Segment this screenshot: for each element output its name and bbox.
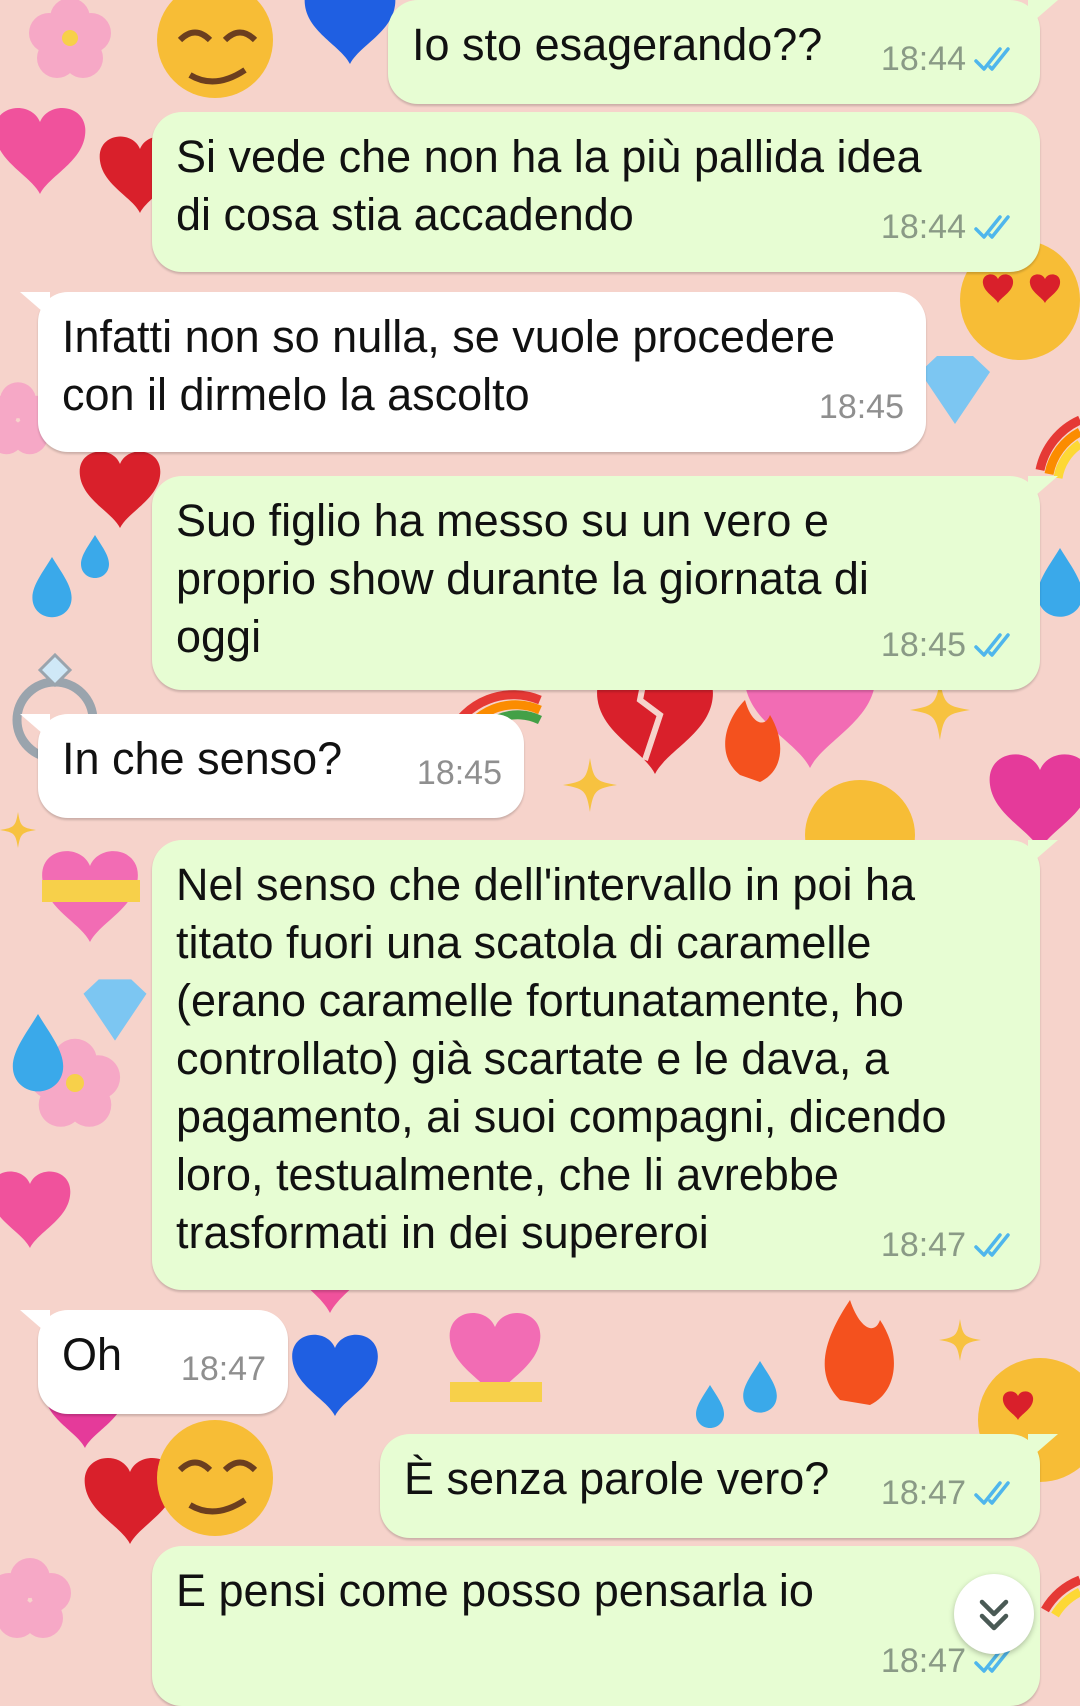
message-timestamp: 18:44 bbox=[880, 40, 966, 78]
double-check-icon bbox=[974, 215, 1010, 239]
bubble-tail bbox=[1028, 0, 1058, 26]
message-text: E pensi come posso pensarla io bbox=[176, 1565, 814, 1616]
message-meta: 18:45 bbox=[819, 378, 904, 436]
message-text: Infatti non so nulla, se vuole procedere… bbox=[62, 311, 835, 420]
double-check-icon bbox=[974, 633, 1010, 657]
message-list[interactable]: Io sto esagerando?? 18:44 Si vede che non … bbox=[0, 0, 1080, 1706]
outgoing-message-bubble[interactable]: È senza parole vero? 18:47 bbox=[380, 1434, 1058, 1538]
outgoing-message-bubble[interactable]: E pensi come posso pensarla io 18:47 bbox=[152, 1546, 1040, 1706]
message-meta: 18:45 bbox=[881, 616, 1018, 674]
incoming-message-bubble[interactable]: Infatti non so nulla, se vuole procedere… bbox=[20, 292, 926, 452]
double-check-icon bbox=[974, 1481, 1010, 1505]
bubble-tail bbox=[20, 1310, 50, 1336]
message-timestamp: 18:45 bbox=[818, 388, 904, 426]
bubble-tail bbox=[20, 714, 50, 740]
double-chevron-down-icon bbox=[979, 1599, 1009, 1631]
message-timestamp: 18:47 bbox=[180, 1350, 266, 1388]
bubble-tail bbox=[20, 292, 50, 318]
outgoing-message-bubble[interactable]: Si vede che non ha la più pallida idea d… bbox=[152, 112, 1040, 272]
incoming-message-bubble[interactable]: In che senso? 18:45 bbox=[20, 714, 524, 818]
message-meta: 18:44 bbox=[881, 30, 1018, 88]
bubble-tail bbox=[1028, 476, 1058, 502]
bubble-tail bbox=[1028, 840, 1058, 866]
double-check-icon bbox=[974, 47, 1010, 71]
outgoing-message-bubble[interactable]: Nel senso che dell'intervallo in poi ha … bbox=[152, 840, 1058, 1290]
outgoing-message-bubble[interactable]: Io sto esagerando?? 18:44 bbox=[388, 0, 1058, 104]
message-timestamp: 18:44 bbox=[880, 208, 966, 246]
bubble-tail bbox=[1028, 1434, 1058, 1460]
message-timestamp: 18:47 bbox=[880, 1474, 966, 1512]
message-timestamp: 18:45 bbox=[416, 754, 502, 792]
message-timestamp: 18:47 bbox=[880, 1642, 966, 1680]
message-meta: 18:47 bbox=[181, 1340, 266, 1398]
outgoing-message-bubble[interactable]: Suo figlio ha messo su un vero e proprio… bbox=[152, 476, 1058, 690]
message-timestamp: 18:45 bbox=[880, 626, 966, 664]
message-meta: 18:47 bbox=[881, 1216, 1018, 1274]
message-text: Nel senso che dell'intervallo in poi ha … bbox=[176, 859, 947, 1258]
message-timestamp: 18:47 bbox=[880, 1226, 966, 1264]
incoming-message-bubble[interactable]: Oh 18:47 bbox=[20, 1310, 288, 1414]
scroll-to-bottom-button[interactable] bbox=[954, 1574, 1034, 1654]
message-meta: 18:45 bbox=[417, 744, 502, 802]
message-meta: 18:47 bbox=[881, 1464, 1018, 1522]
double-check-icon bbox=[974, 1233, 1010, 1257]
message-meta: 18:44 bbox=[881, 198, 1018, 256]
